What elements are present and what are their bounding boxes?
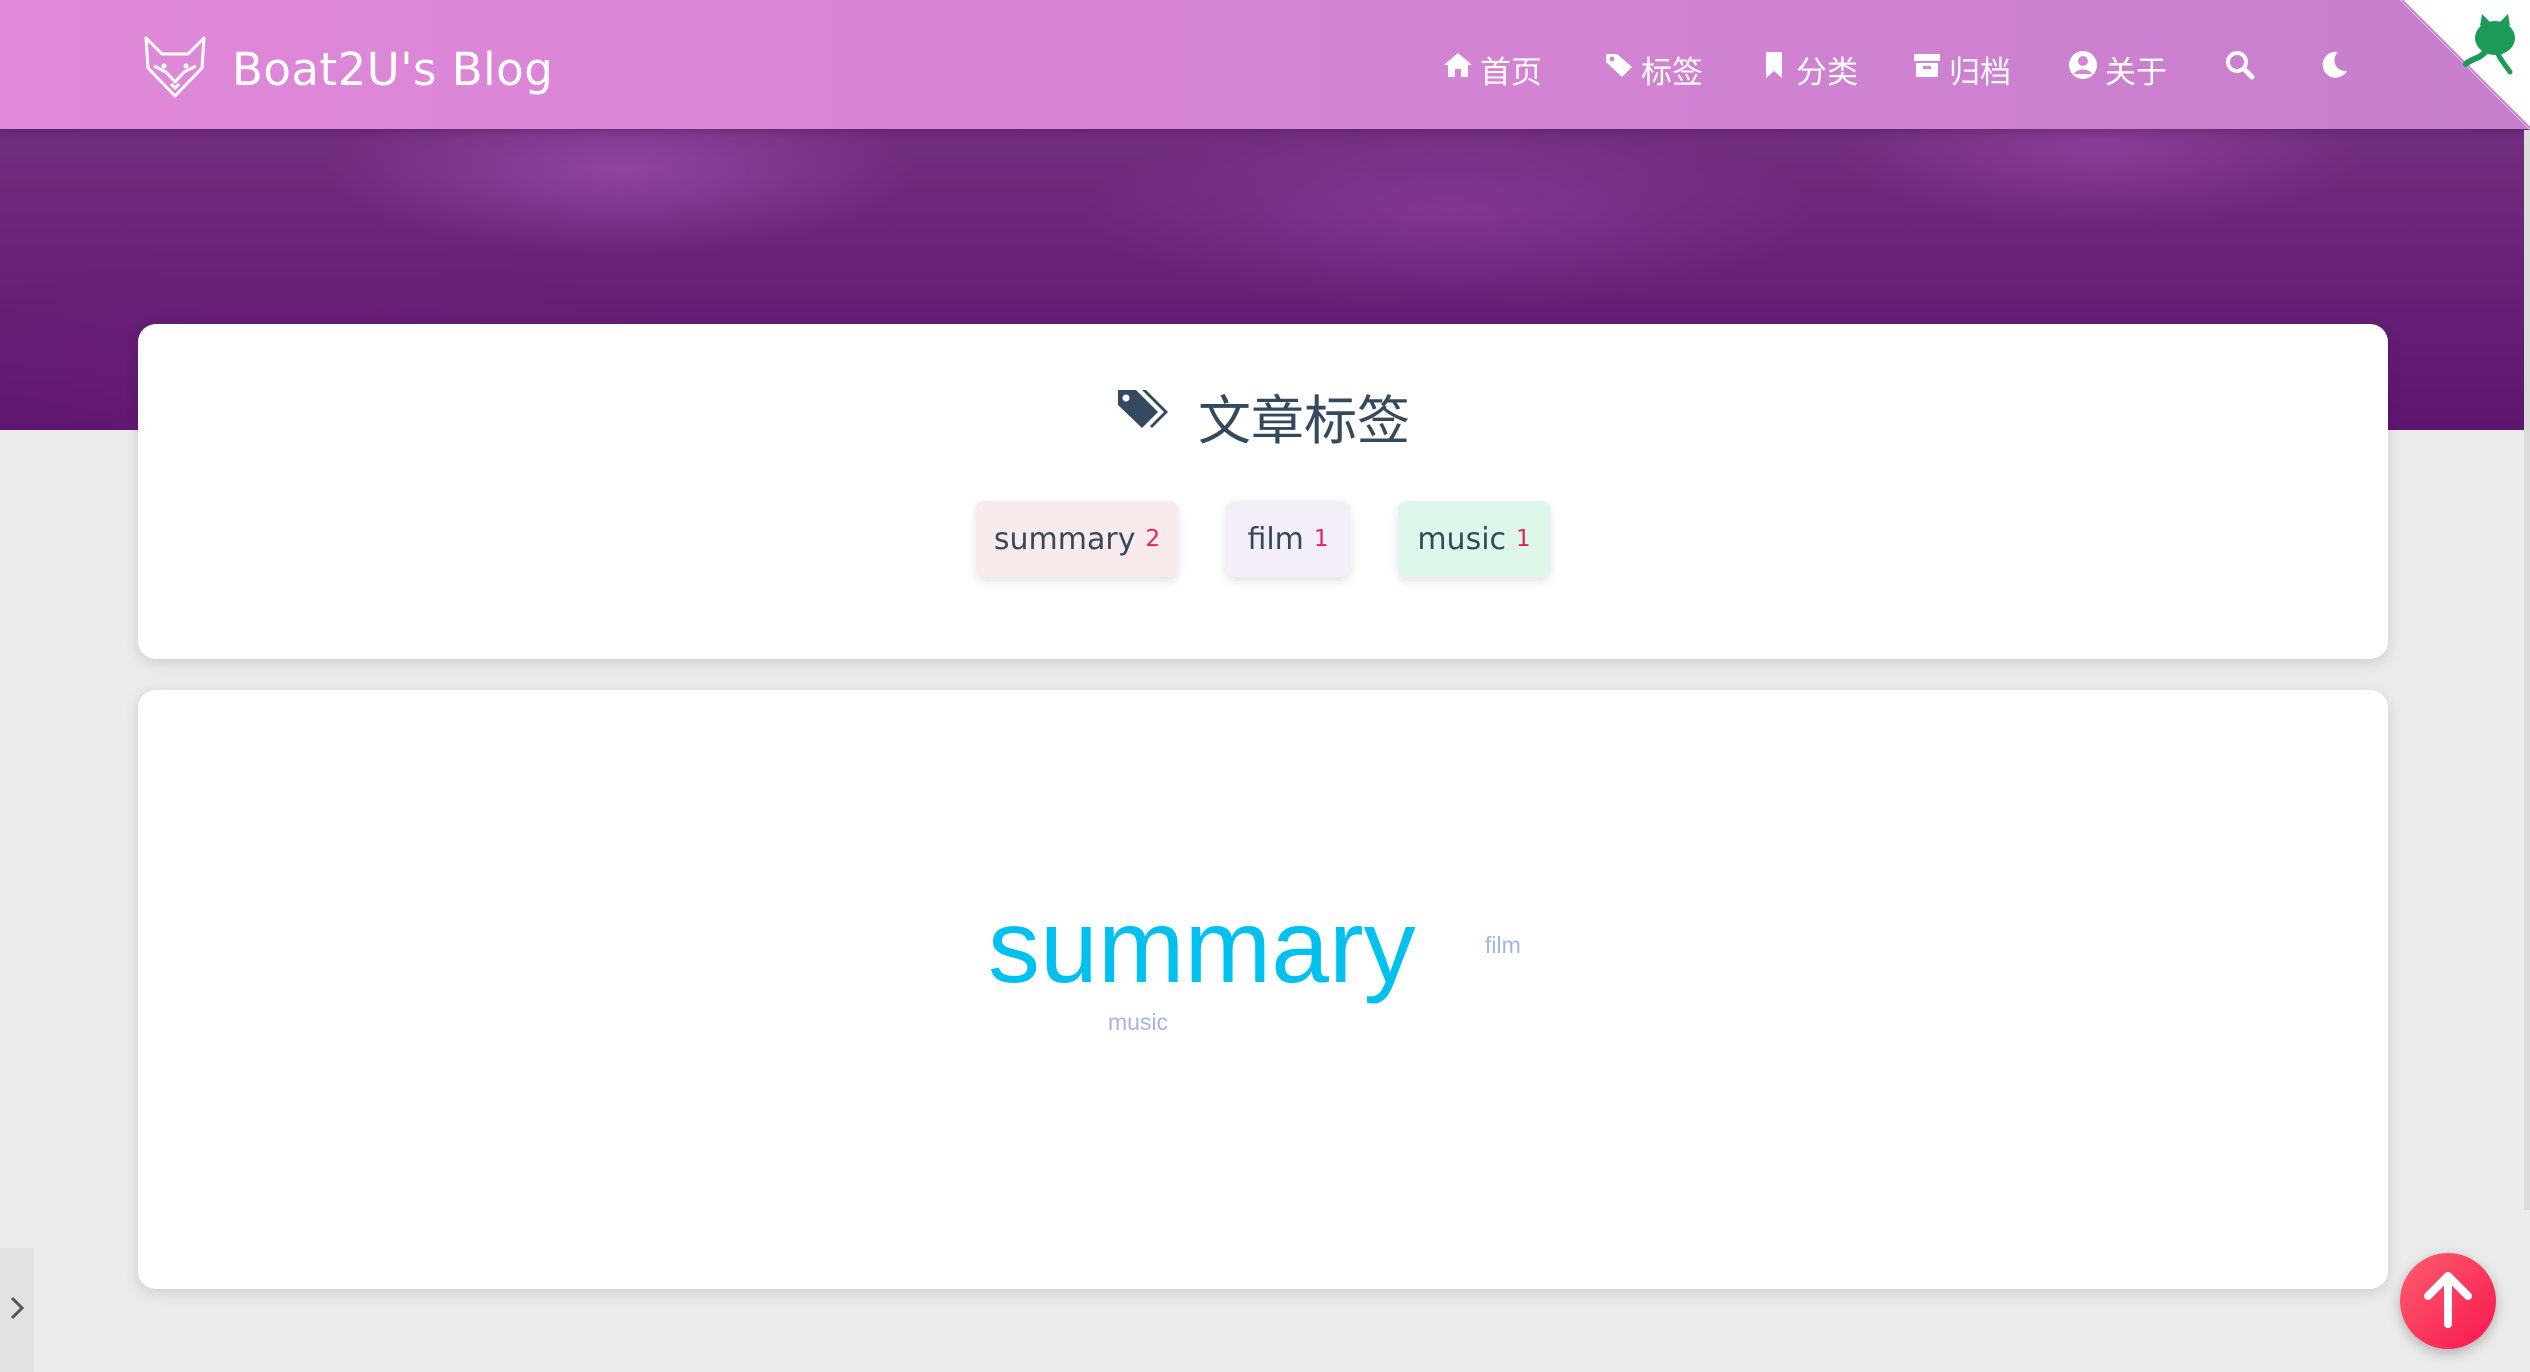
tags-icon <box>1603 49 1641 89</box>
moon-icon <box>2318 49 2356 89</box>
nav-tags[interactable]: 标签 <box>1603 44 1703 94</box>
nav-archives-label: 归档 <box>1949 54 2011 91</box>
search-icon <box>2224 49 2262 89</box>
nav-about-label: 关于 <box>2105 54 2167 91</box>
nav-categories[interactable]: 分类 <box>1758 44 1858 94</box>
tags-card-title: 文章标签 <box>138 382 2388 452</box>
user-circle-icon <box>2067 49 2105 89</box>
nav-categories-label: 分类 <box>1796 54 1858 91</box>
page-scrollbar[interactable] <box>2524 130 2530 1210</box>
tag-cloud-card: summary film music <box>138 690 2388 1289</box>
tag-cloud-word-summary[interactable]: summary <box>988 888 1416 1007</box>
tag-cloud-word-film[interactable]: film <box>1485 932 1521 959</box>
tag-chip-name: film <box>1247 521 1304 557</box>
nav-tags-label: 标签 <box>1641 54 1703 91</box>
tag-chip-film[interactable]: film 1 <box>1226 501 1350 577</box>
arrow-up-icon <box>2421 1270 2475 1332</box>
nav-about[interactable]: 关于 <box>2067 44 2167 94</box>
tag-chip-name: summary <box>993 521 1136 557</box>
tag-chip-name: music <box>1417 521 1507 557</box>
tag-chip-summary[interactable]: summary 2 <box>976 501 1178 577</box>
main-nav: 首页 标签 分类 归档 关于 <box>0 44 2530 94</box>
search-button[interactable] <box>2224 44 2262 94</box>
nav-home[interactable]: 首页 <box>1442 44 1542 94</box>
tag-chip-music[interactable]: music 1 <box>1398 501 1550 577</box>
tags-card: 文章标签 summary 2 film 1 music 1 <box>138 324 2388 659</box>
nav-archives[interactable]: 归档 <box>1911 44 2011 94</box>
nav-home-label: 首页 <box>1480 54 1542 91</box>
tag-chip-count: 1 <box>1516 526 1531 552</box>
tags-icon <box>1116 386 1198 449</box>
chevron-right-icon <box>8 1294 26 1326</box>
back-to-top-button[interactable] <box>2400 1253 2496 1349</box>
archive-icon <box>1911 49 1949 89</box>
theme-toggle-button[interactable] <box>2318 44 2356 94</box>
top-navbar: Boat2U's Blog 首页 标签 分类 归档 关于 <box>0 0 2530 129</box>
tag-chip-count: 1 <box>1313 526 1329 552</box>
sidebar-toggle[interactable] <box>0 1248 34 1372</box>
page-title: 文章标签 <box>1198 391 1410 452</box>
github-corner[interactable] <box>2400 0 2530 130</box>
home-icon <box>1442 49 1480 89</box>
tag-chip-count: 2 <box>1145 526 1161 552</box>
bookmark-icon <box>1758 49 1796 89</box>
tag-cloud-word-music[interactable]: music <box>1108 1009 1168 1036</box>
